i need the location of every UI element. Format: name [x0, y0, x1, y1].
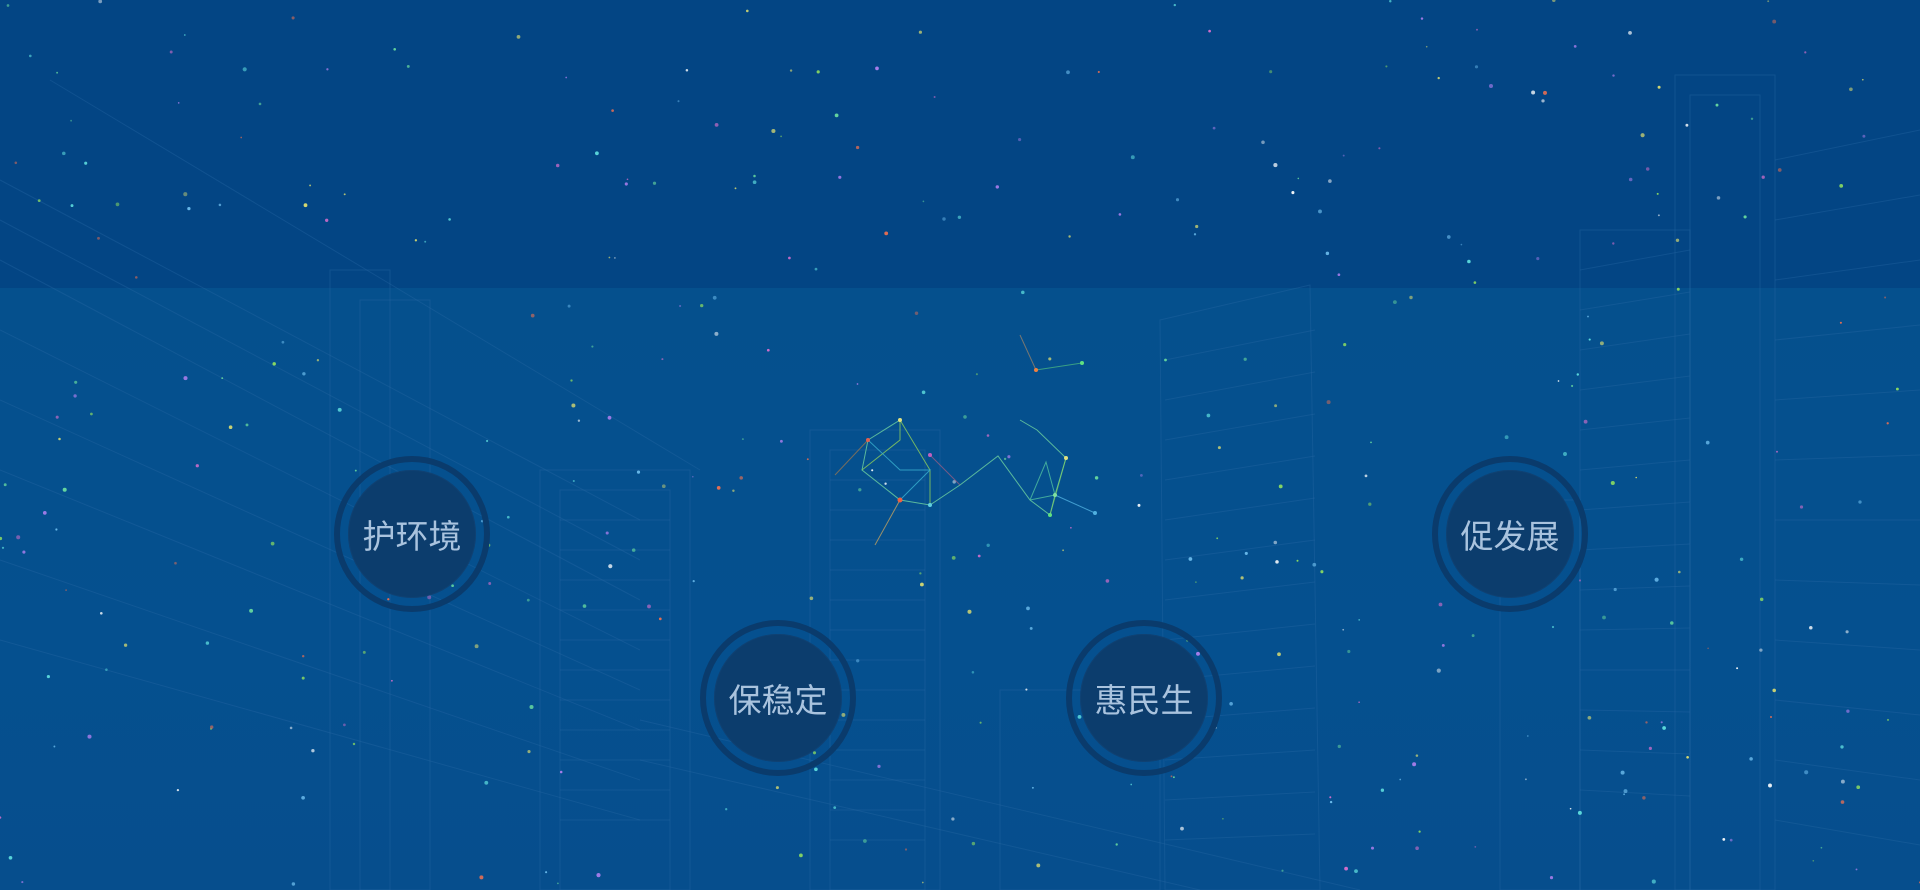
benefit-livelihood-button[interactable]: 惠民生 — [1066, 620, 1222, 776]
maintain-stability-label: 保稳定 — [728, 681, 828, 720]
dashboard-stage: 护环境 保稳定 惠民生 促发展 — [0, 0, 1920, 890]
benefit-livelihood-label: 惠民生 — [1094, 681, 1194, 720]
protect-environment-label: 护环境 — [362, 517, 462, 556]
promote-development-label: 促发展 — [1460, 517, 1560, 556]
promote-development-button[interactable]: 促发展 — [1432, 456, 1588, 612]
particle-network-graphic — [834, 334, 1097, 546]
protect-environment-button[interactable]: 护环境 — [334, 456, 490, 612]
maintain-stability-button[interactable]: 保稳定 — [700, 620, 856, 776]
